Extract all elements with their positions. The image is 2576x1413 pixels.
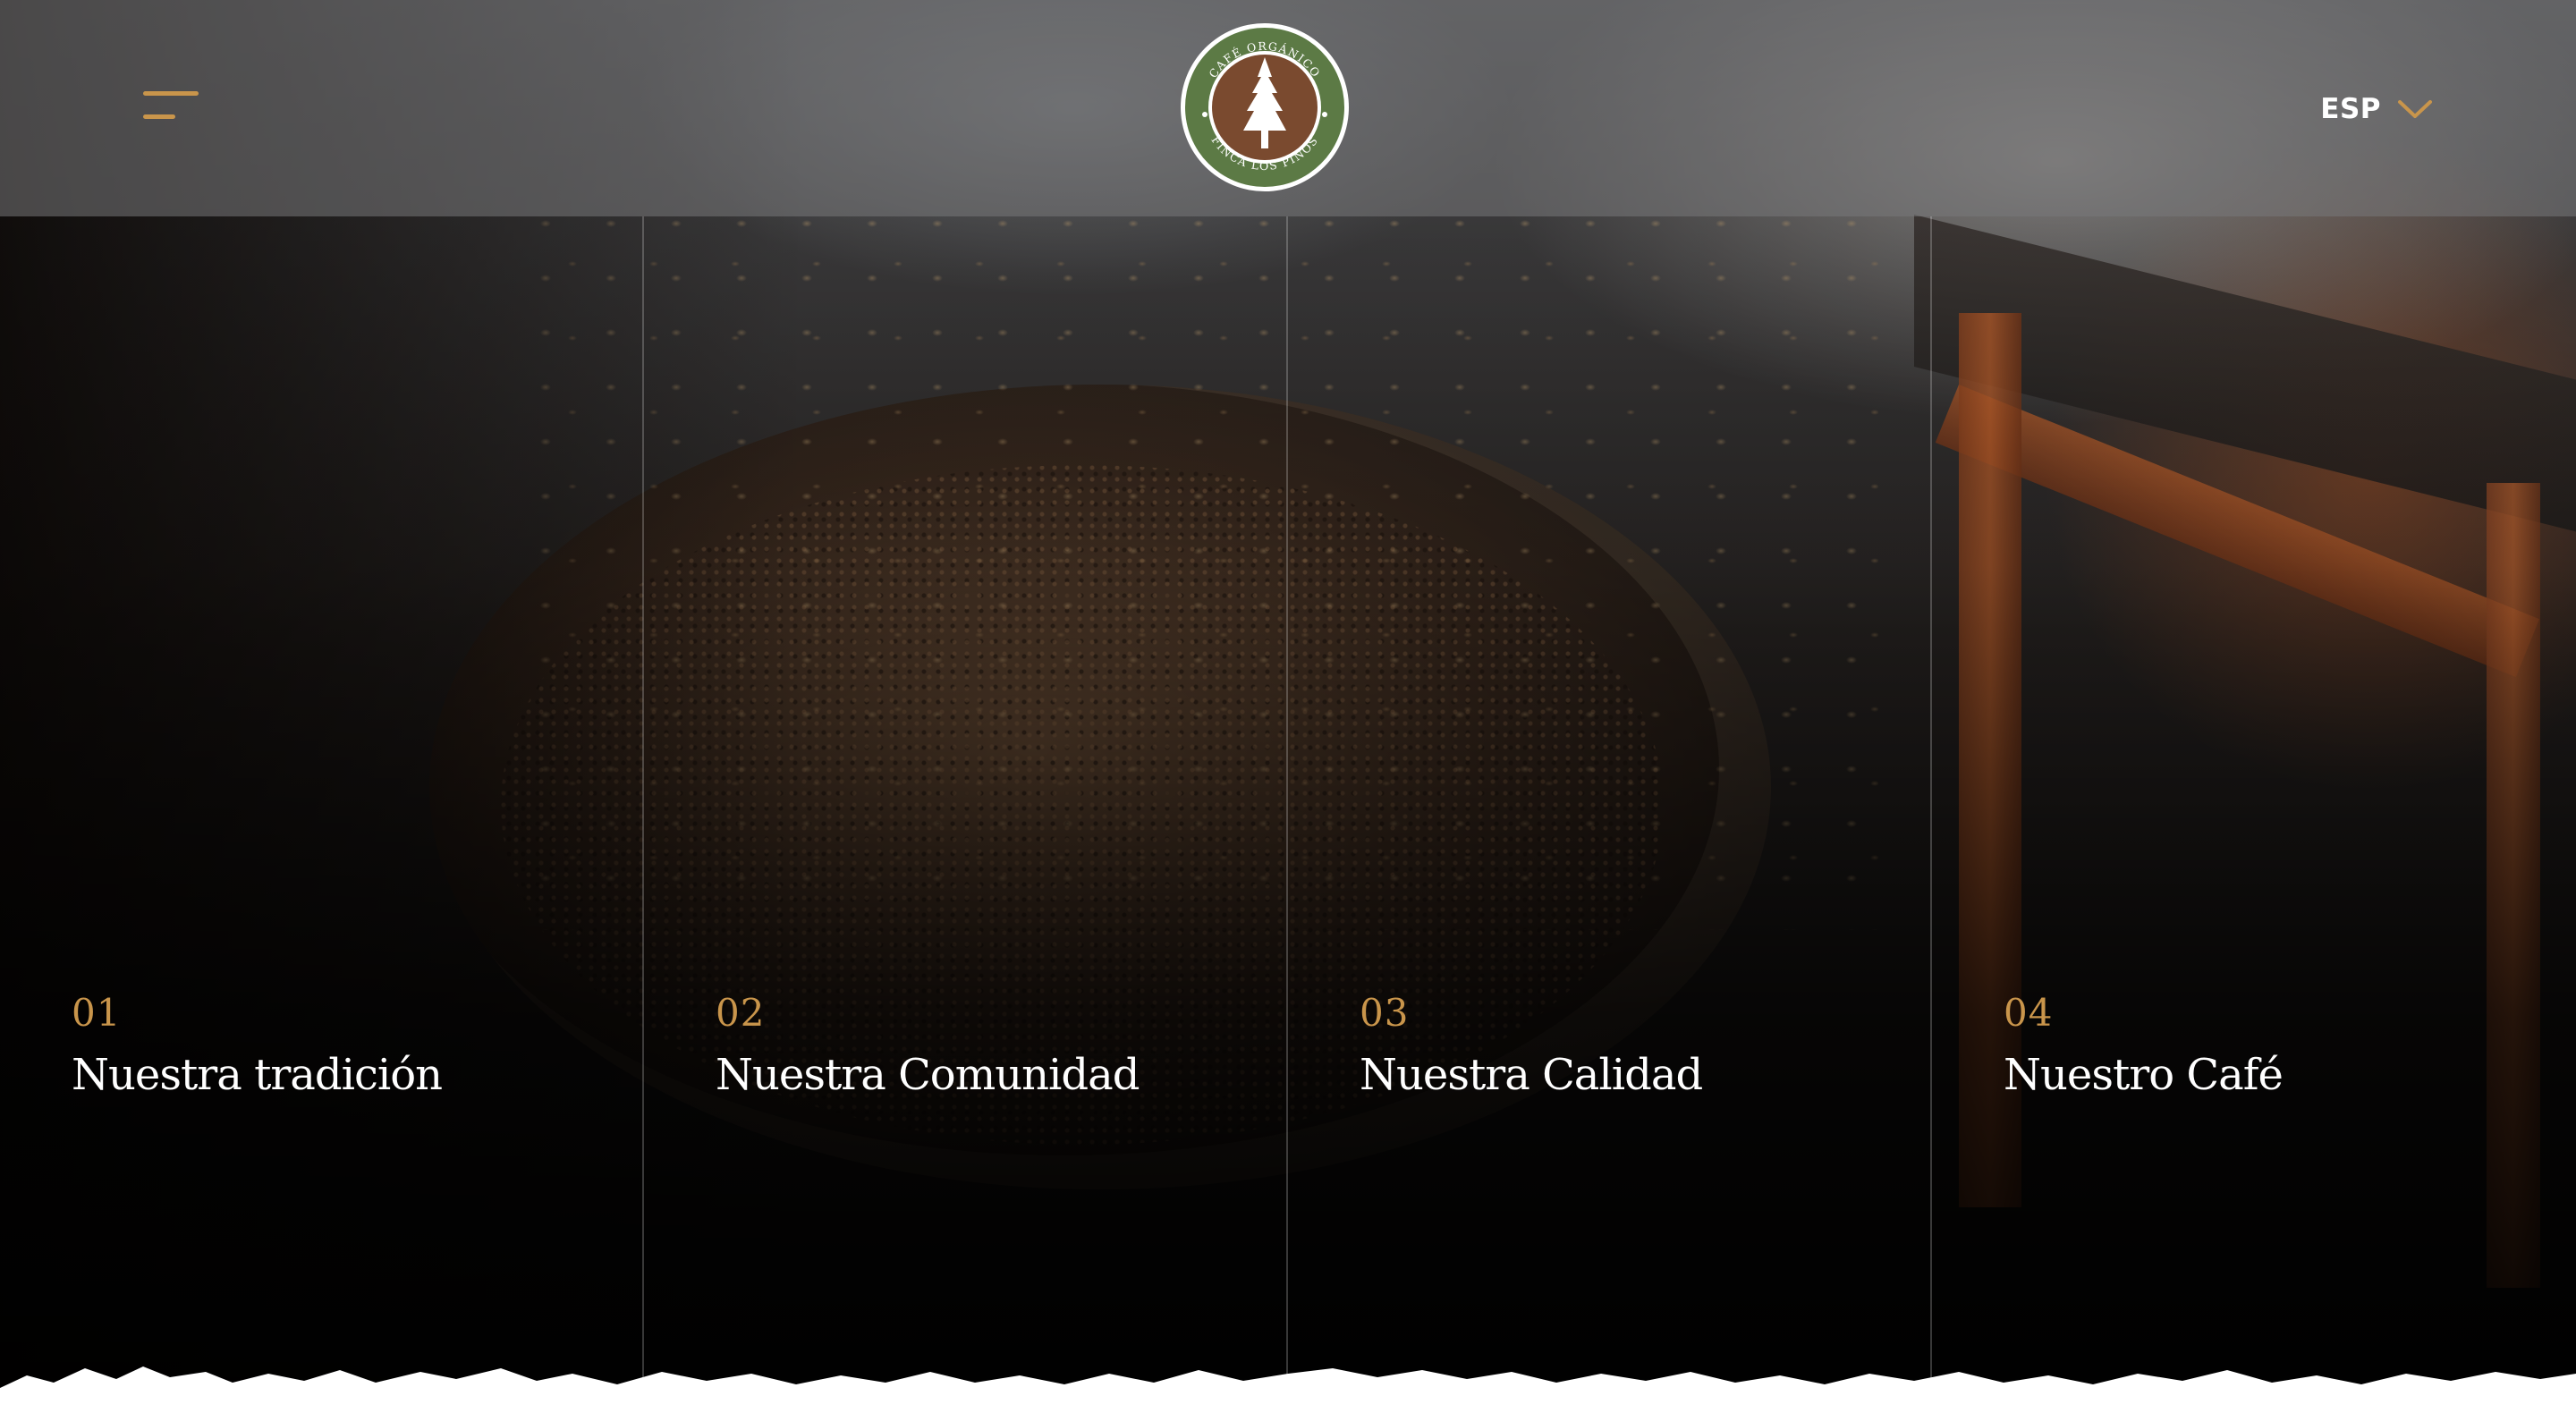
section-title: Nuestro Café xyxy=(2004,1050,2284,1100)
section-card-comunidad[interactable]: 02 Nuestra Comunidad xyxy=(644,216,1288,1413)
site-logo[interactable]: CAFÉ ORGÁNICO FINCA LOS PINOS xyxy=(1179,21,1351,193)
menu-button[interactable] xyxy=(143,89,200,123)
section-number: 01 xyxy=(72,991,122,1035)
section-number: 03 xyxy=(1360,991,1410,1035)
section-card-tradicion[interactable]: 01 Nuestra tradición xyxy=(0,216,644,1413)
site-header: CAFÉ ORGÁNICO FINCA LOS PINOS ESP xyxy=(0,0,2576,216)
chevron-down-icon xyxy=(2398,100,2432,118)
section-title: Nuestra Comunidad xyxy=(716,1050,1140,1100)
section-number: 04 xyxy=(2004,991,2054,1035)
torn-paper-edge xyxy=(0,1366,2576,1413)
section-number: 02 xyxy=(716,991,766,1035)
section-title: Nuestra tradición xyxy=(72,1050,443,1100)
hamburger-menu-icon xyxy=(143,91,199,96)
finca-los-pinos-logo: CAFÉ ORGÁNICO FINCA LOS PINOS xyxy=(1181,23,1349,191)
section-columns: 01 Nuestra tradición 02 Nuestra Comunida… xyxy=(0,216,2576,1413)
section-card-cafe[interactable]: 04 Nuestro Café xyxy=(1932,216,2576,1413)
language-code: ESP xyxy=(2320,93,2381,125)
section-card-calidad[interactable]: 03 Nuestra Calidad xyxy=(1288,216,1932,1413)
section-title: Nuestra Calidad xyxy=(1360,1050,1703,1100)
language-selector[interactable]: ESP xyxy=(2320,88,2433,131)
